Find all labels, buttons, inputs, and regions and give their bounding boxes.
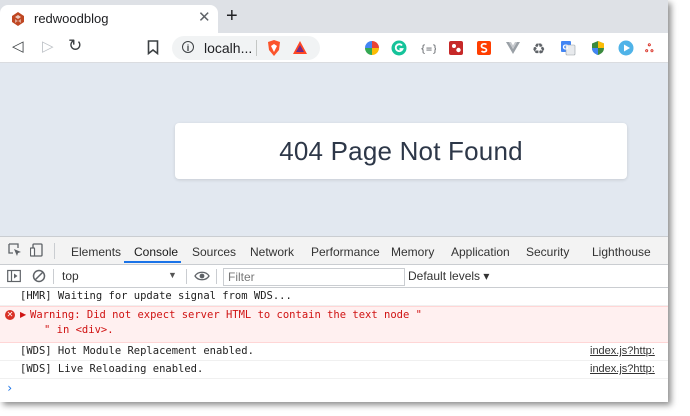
tab-strip: redwoodblog ✕ +: [0, 0, 668, 33]
tab-application[interactable]: Application: [451, 245, 510, 259]
page-heading: 404 Page Not Found: [279, 136, 523, 166]
message-text: [HMR] Waiting for update signal from WDS…: [20, 290, 292, 302]
toolbar-divider: [53, 269, 54, 284]
url-text[interactable]: localh...: [204, 40, 252, 56]
brave-rewards-icon[interactable]: [292, 40, 308, 56]
console-messages: [HMR] Waiting for update signal from WDS…: [0, 288, 668, 397]
device-toolbar-icon[interactable]: [30, 243, 44, 257]
tab-sources[interactable]: Sources: [192, 245, 236, 259]
red-extension-icon[interactable]: ஃ: [645, 40, 661, 56]
svg-text:ஃ: ஃ: [645, 42, 654, 55]
red-square-extension-icon[interactable]: [448, 40, 464, 56]
tab-console[interactable]: Console: [134, 245, 178, 259]
close-icon[interactable]: ✕: [198, 8, 211, 26]
tab-title: redwoodblog: [34, 11, 109, 26]
sidebar-toggle-icon[interactable]: [7, 269, 21, 283]
svelte-devtools-icon[interactable]: [476, 40, 492, 56]
prompt-chevron-icon: ›: [6, 381, 14, 395]
shield-extension-icon[interactable]: [590, 40, 606, 56]
console-message: [WDS] Hot Module Replacement enabled. in…: [0, 343, 668, 361]
tab-performance[interactable]: Performance: [311, 245, 380, 259]
tab-elements[interactable]: Elements: [71, 245, 121, 259]
info-icon[interactable]: i: [182, 41, 194, 53]
brave-shield-icon[interactable]: [266, 39, 282, 57]
redwood-logo-icon: [12, 12, 24, 26]
console-message: [HMR] Waiting for update signal from WDS…: [0, 288, 668, 306]
tab-redwoodblog[interactable]: redwoodblog ✕: [0, 5, 218, 33]
google-translate-icon[interactable]: G: [560, 40, 576, 56]
error-text-line1: Warning: Did not expect server HTML to c…: [30, 309, 422, 321]
browser-window: redwoodblog ✕ + ◁ ▷ ↻ i localh... {= ♻ G…: [0, 0, 668, 402]
message-text: [WDS] Live Reloading enabled.: [20, 363, 204, 375]
omnibox-divider: [256, 40, 257, 56]
reload-button[interactable]: ↻: [68, 36, 82, 56]
eye-icon[interactable]: [194, 269, 210, 283]
devtools-tab-bar: Elements Console Sources Network Perform…: [0, 237, 668, 265]
console-prompt[interactable]: ›: [0, 379, 668, 397]
forward-button[interactable]: ▷: [42, 37, 54, 57]
toolbar-divider: [216, 269, 217, 284]
tab-memory[interactable]: Memory: [391, 245, 434, 259]
back-button[interactable]: ◁: [12, 37, 24, 57]
toolbar-divider: [186, 269, 187, 284]
error-text-line2: " in <div>.: [44, 324, 114, 336]
svg-text:G: G: [563, 44, 569, 52]
color-picker-extension-icon[interactable]: [364, 40, 380, 56]
grammarly-extension-icon[interactable]: [391, 40, 407, 56]
log-levels-dropdown[interactable]: Default levels ▾: [408, 269, 489, 283]
recycle-extension-icon[interactable]: ♻: [532, 40, 548, 56]
inspect-element-icon[interactable]: [8, 243, 22, 257]
message-text: [WDS] Hot Module Replacement enabled.: [20, 345, 254, 357]
browser-toolbar: ◁ ▷ ↻ i localh... {= ♻ G ஃ: [0, 33, 668, 63]
error-icon: ✕: [5, 310, 15, 320]
source-link[interactable]: index.js?http:: [590, 363, 655, 375]
new-tab-button[interactable]: +: [226, 5, 238, 28]
devtools-panel: Elements Console Sources Network Perform…: [0, 236, 668, 402]
tab-network[interactable]: Network: [250, 245, 294, 259]
context-selector[interactable]: top: [62, 269, 79, 283]
play-extension-icon[interactable]: [618, 40, 634, 56]
expand-triangle-icon[interactable]: ▶: [20, 310, 26, 319]
clear-console-icon[interactable]: [32, 269, 46, 283]
console-toolbar: top ▼ Default levels ▾: [0, 265, 668, 288]
svg-text:{=}: {=}: [420, 44, 436, 55]
filter-input[interactable]: [223, 268, 405, 286]
console-error-message[interactable]: ✕ ▶ Warning: Did not expect server HTML …: [0, 306, 668, 343]
source-link[interactable]: index.js?http:: [590, 345, 655, 357]
not-found-card: 404 Page Not Found: [175, 123, 627, 179]
vue-devtools-icon[interactable]: [505, 40, 521, 56]
chevron-down-icon[interactable]: ▼: [168, 270, 177, 280]
json-viewer-extension-icon[interactable]: {=}: [420, 40, 436, 56]
svg-text:♻: ♻: [532, 40, 545, 56]
active-tab-indicator: [124, 261, 181, 263]
address-bar[interactable]: i localh...: [172, 36, 320, 60]
bookmark-icon[interactable]: [147, 40, 159, 55]
tab-lighthouse[interactable]: Lighthouse: [592, 245, 651, 259]
devtools-divider: [54, 243, 55, 259]
page-viewport: 404 Page Not Found: [0, 63, 668, 236]
tab-security[interactable]: Security: [526, 245, 569, 259]
console-message: [WDS] Live Reloading enabled. index.js?h…: [0, 361, 668, 379]
